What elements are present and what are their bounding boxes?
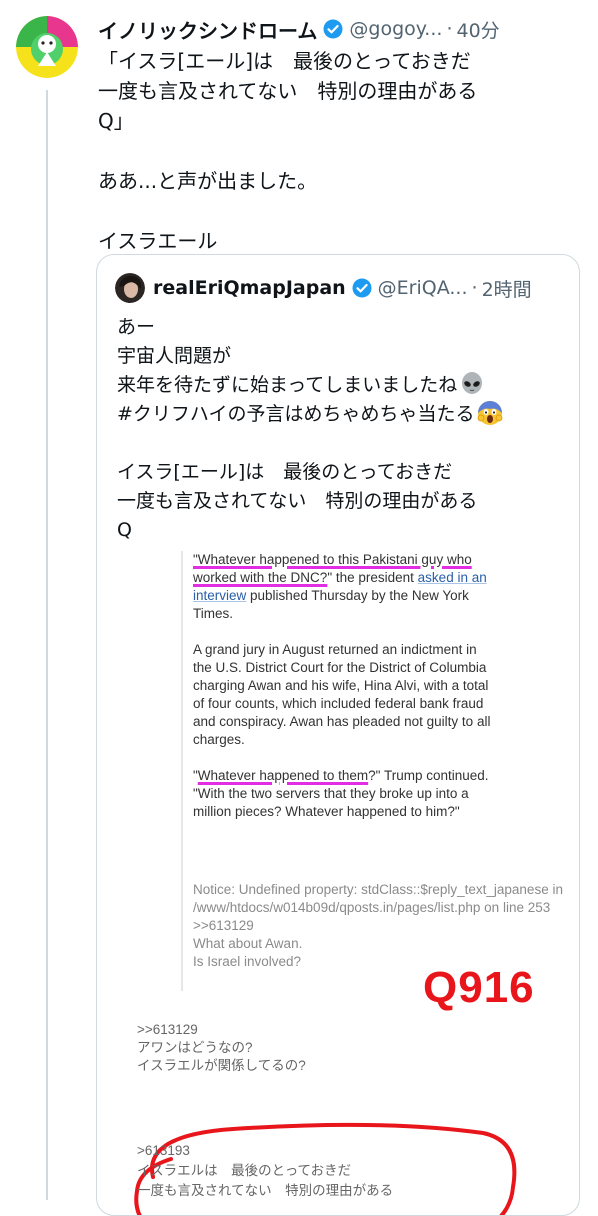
quoted-tweet[interactable]: realEriQmapJapan @EriQA... · 2時間 あー宇宙人問題… <box>96 254 580 1216</box>
quote-author-name: realEriQmapJapan <box>153 277 346 299</box>
thread-line <box>46 90 48 1200</box>
article-paragraph-3: "Whatever happened to them?" Trump conti… <box>193 767 493 821</box>
quote-line: #クリフハイの予言はめちゃめちゃ当たる <box>117 403 475 425</box>
author-name[interactable]: イノリックシンドローム <box>98 15 317 44</box>
quote-line: イスラ[エール]は 最後のとっておきだ <box>117 461 453 483</box>
article-paragraph-2: A grand jury in August returned an indic… <box>193 642 491 747</box>
quote-separator-dot: · <box>471 277 478 299</box>
article-excerpt: "Whatever happened to this Pakistani guy… <box>193 551 493 839</box>
quote-header: realEriQmapJapan @EriQA... · 2時間 <box>115 271 567 305</box>
tweet-header: イノリックシンドローム @gogoy... · 40分 <box>98 12 588 46</box>
quote-line: あー <box>117 316 156 338</box>
quote-line: 来年を待たずに始まってしまいましたね <box>117 374 458 396</box>
screaming-face-emoji-icon <box>477 400 503 426</box>
highlighted-text: worked with the DNC? <box>193 570 328 585</box>
author-avatar[interactable] <box>16 16 78 78</box>
quote-time: 2時間 <box>481 278 532 301</box>
quote-line: 一度も言及されてない 特別の理由がある <box>117 490 478 512</box>
article-text: " the president <box>327 570 418 585</box>
quote-author-avatar <box>115 273 145 303</box>
quote-verified-badge-icon <box>352 278 372 298</box>
quote-line: Q <box>117 519 132 541</box>
alien-emoji-icon <box>459 371 485 397</box>
quote-author-handle: @EriQA... <box>377 277 468 299</box>
tweet-time[interactable]: 40分 <box>456 16 499 43</box>
reply-text-1: >>613129 アワンはどうなの? イスラエルが関係してるの? <box>137 1022 306 1073</box>
quote-text: あー宇宙人問題が来年を待たずに始まってしまいましたね #クリフハイの予言はめちゃめ… <box>117 313 567 545</box>
tweet-text: 「イスラ[エール]は 最後のとっておきだ 一度も言及されてない 特別の理由がある… <box>98 49 478 253</box>
article-paragraph-1: "Whatever happened to this Pakistani guy… <box>193 551 493 623</box>
quoted-screenshot-image[interactable]: "Whatever happened to this Pakistani guy… <box>113 551 563 1215</box>
php-notice-text: Notice: Undefined property: stdClass::$r… <box>193 882 563 969</box>
article-text: "Whatever happened to this Pakistani guy… <box>193 552 472 567</box>
quote-line: 宇宙人問題が <box>117 345 232 367</box>
image-divider <box>181 551 183 991</box>
separator-dot: · <box>446 18 453 40</box>
verified-badge-icon <box>323 19 343 39</box>
highlighted-text: Whatever happened to them <box>197 768 369 783</box>
author-handle[interactable]: @gogoy... <box>349 18 442 40</box>
reply-text-2: >613193 イスラエルは 最後のとっておきだ 一度も言及されてない 特別の理… <box>137 1143 394 1198</box>
q916-stamp: Q916 <box>423 963 535 1012</box>
